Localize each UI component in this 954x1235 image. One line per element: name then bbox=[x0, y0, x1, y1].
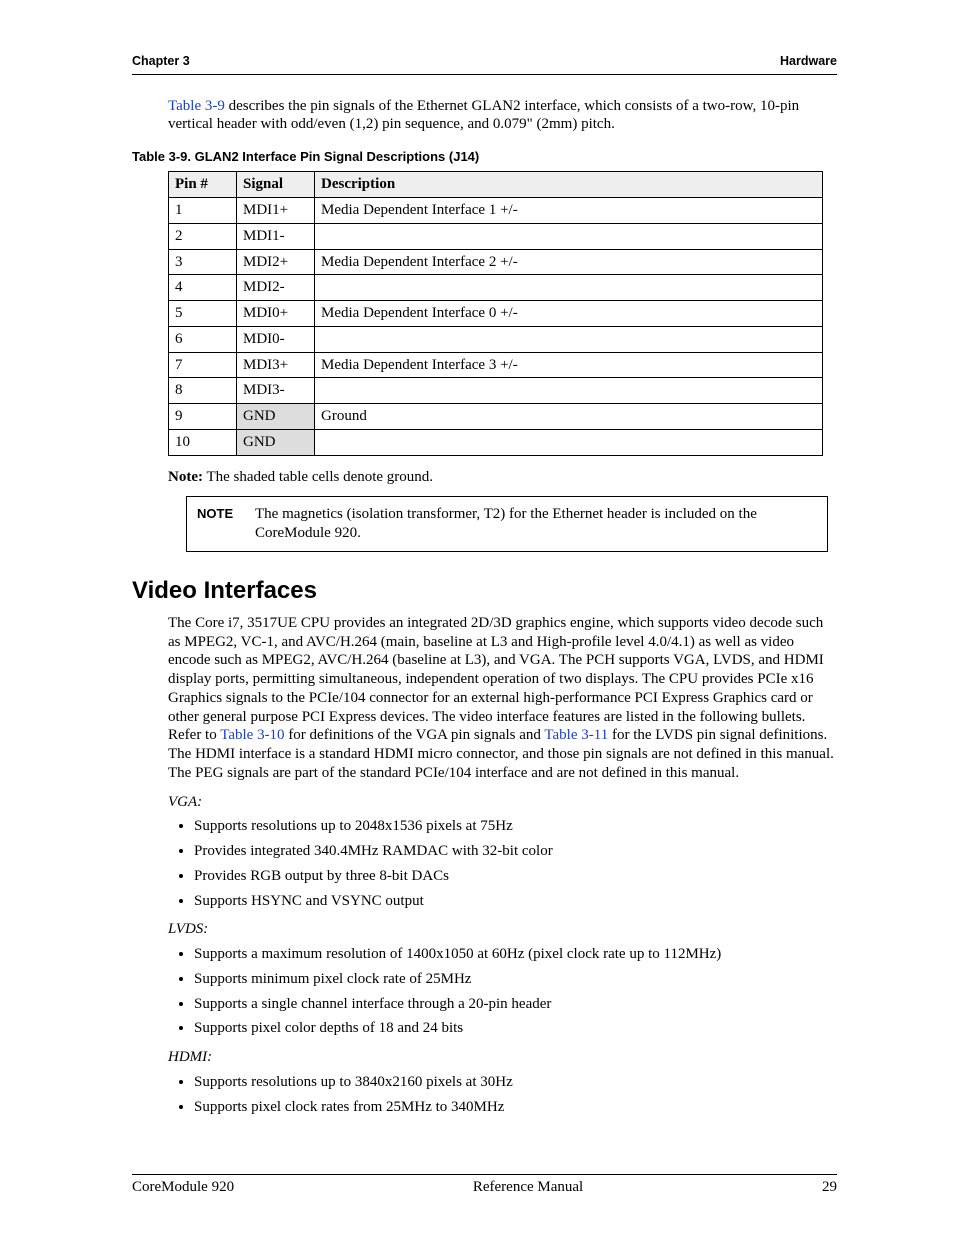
link-table-3-9[interactable]: Table 3-9 bbox=[168, 98, 225, 114]
cell-signal: MDI2+ bbox=[237, 249, 315, 275]
intro-paragraph: Table 3-9 describes the pin signals of t… bbox=[168, 97, 837, 135]
cell-pin: 8 bbox=[169, 378, 237, 404]
table-row: 10GND bbox=[169, 429, 823, 455]
feature-group-title: VGA: bbox=[168, 793, 837, 812]
list-item: Supports pixel clock rates from 25MHz to… bbox=[194, 1098, 837, 1117]
cell-desc: Media Dependent Interface 1 +/- bbox=[315, 198, 823, 224]
cell-desc: Media Dependent Interface 2 +/- bbox=[315, 249, 823, 275]
feature-list: Supports resolutions up to 3840x2160 pix… bbox=[168, 1073, 837, 1117]
footer-right: 29 bbox=[822, 1178, 837, 1197]
cell-signal: MDI2- bbox=[237, 275, 315, 301]
table-row: 1MDI1+Media Dependent Interface 1 +/- bbox=[169, 198, 823, 224]
th-signal: Signal bbox=[237, 172, 315, 198]
table-row: 5MDI0+Media Dependent Interface 0 +/- bbox=[169, 301, 823, 327]
list-item: Supports HSYNC and VSYNC output bbox=[194, 892, 837, 911]
feature-list: Supports resolutions up to 2048x1536 pix… bbox=[168, 817, 837, 910]
feature-group-title-text: VGA bbox=[168, 794, 197, 810]
list-item: Supports pixel color depths of 18 and 24… bbox=[194, 1019, 837, 1038]
cell-signal: GND bbox=[237, 404, 315, 430]
cell-signal: MDI3+ bbox=[237, 352, 315, 378]
pin-signal-table: Pin # Signal Description 1MDI1+Media Dep… bbox=[168, 171, 823, 455]
cell-pin: 7 bbox=[169, 352, 237, 378]
list-item: Provides RGB output by three 8-bit DACs bbox=[194, 867, 837, 886]
list-item: Supports resolutions up to 3840x2160 pix… bbox=[194, 1073, 837, 1092]
table-row: 4MDI2- bbox=[169, 275, 823, 301]
list-item: Supports a maximum resolution of 1400x10… bbox=[194, 945, 837, 964]
cell-desc bbox=[315, 223, 823, 249]
list-item: Provides integrated 340.4MHz RAMDAC with… bbox=[194, 842, 837, 861]
th-pin: Pin # bbox=[169, 172, 237, 198]
note-line-label: Note: bbox=[168, 469, 203, 485]
table-header-row: Pin # Signal Description bbox=[169, 172, 823, 198]
note-box-text: The magnetics (isolation transformer, T2… bbox=[255, 505, 817, 543]
table-row: 7MDI3+Media Dependent Interface 3 +/- bbox=[169, 352, 823, 378]
cell-signal: MDI0- bbox=[237, 326, 315, 352]
table-caption: Table 3-9. GLAN2 Interface Pin Signal De… bbox=[132, 149, 837, 165]
cell-desc bbox=[315, 429, 823, 455]
cell-desc: Media Dependent Interface 0 +/- bbox=[315, 301, 823, 327]
feature-group-title: HDMI: bbox=[168, 1048, 837, 1067]
cell-pin: 4 bbox=[169, 275, 237, 301]
cell-pin: 5 bbox=[169, 301, 237, 327]
cell-pin: 2 bbox=[169, 223, 237, 249]
cell-signal: MDI1- bbox=[237, 223, 315, 249]
video-para-pre: The Core i7, 3517UE CPU provides an inte… bbox=[168, 615, 824, 744]
header-chapter: Chapter 3 bbox=[132, 54, 190, 70]
cell-pin: 6 bbox=[169, 326, 237, 352]
table-row: 6MDI0- bbox=[169, 326, 823, 352]
cell-desc bbox=[315, 275, 823, 301]
footer-center: Reference Manual bbox=[473, 1178, 583, 1197]
cell-desc bbox=[315, 326, 823, 352]
intro-text: describes the pin signals of the Etherne… bbox=[168, 98, 799, 133]
section-title: Video Interfaces bbox=[132, 576, 837, 606]
video-para-mid: for definitions of the VGA pin signals a… bbox=[285, 727, 545, 743]
cell-desc: Media Dependent Interface 3 +/- bbox=[315, 352, 823, 378]
list-item: Supports minimum pixel clock rate of 25M… bbox=[194, 970, 837, 989]
cell-pin: 9 bbox=[169, 404, 237, 430]
cell-signal: MDI1+ bbox=[237, 198, 315, 224]
video-paragraph: The Core i7, 3517UE CPU provides an inte… bbox=[168, 614, 837, 783]
page-footer: CoreModule 920 Reference Manual 29 bbox=[132, 1174, 837, 1197]
feature-group-title-text: HDMI bbox=[168, 1049, 207, 1065]
note-line-text: The shaded table cells denote ground. bbox=[203, 469, 433, 485]
page-header: Chapter 3 Hardware bbox=[132, 54, 837, 75]
list-item: Supports a single channel interface thro… bbox=[194, 995, 837, 1014]
cell-signal: MDI0+ bbox=[237, 301, 315, 327]
feature-group-title-text: LVDS bbox=[168, 921, 203, 937]
cell-pin: 1 bbox=[169, 198, 237, 224]
header-section: Hardware bbox=[780, 54, 837, 70]
table-row: 3MDI2+Media Dependent Interface 2 +/- bbox=[169, 249, 823, 275]
table-row: 9GNDGround bbox=[169, 404, 823, 430]
feature-list: Supports a maximum resolution of 1400x10… bbox=[168, 945, 837, 1038]
footer-left: CoreModule 920 bbox=[132, 1178, 234, 1197]
cell-pin: 3 bbox=[169, 249, 237, 275]
link-table-3-11[interactable]: Table 3-11 bbox=[544, 727, 608, 743]
cell-desc: Ground bbox=[315, 404, 823, 430]
note-line: Note: The shaded table cells denote grou… bbox=[168, 468, 837, 487]
note-box-label: NOTE bbox=[197, 505, 255, 543]
th-desc: Description bbox=[315, 172, 823, 198]
link-table-3-10[interactable]: Table 3-10 bbox=[220, 727, 284, 743]
list-item: Supports resolutions up to 2048x1536 pix… bbox=[194, 817, 837, 836]
cell-signal: MDI3- bbox=[237, 378, 315, 404]
cell-desc bbox=[315, 378, 823, 404]
table-row: 2MDI1- bbox=[169, 223, 823, 249]
cell-signal: GND bbox=[237, 429, 315, 455]
feature-group-title: LVDS: bbox=[168, 920, 837, 939]
note-box: NOTE The magnetics (isolation transforme… bbox=[186, 496, 828, 552]
table-row: 8MDI3- bbox=[169, 378, 823, 404]
cell-pin: 10 bbox=[169, 429, 237, 455]
